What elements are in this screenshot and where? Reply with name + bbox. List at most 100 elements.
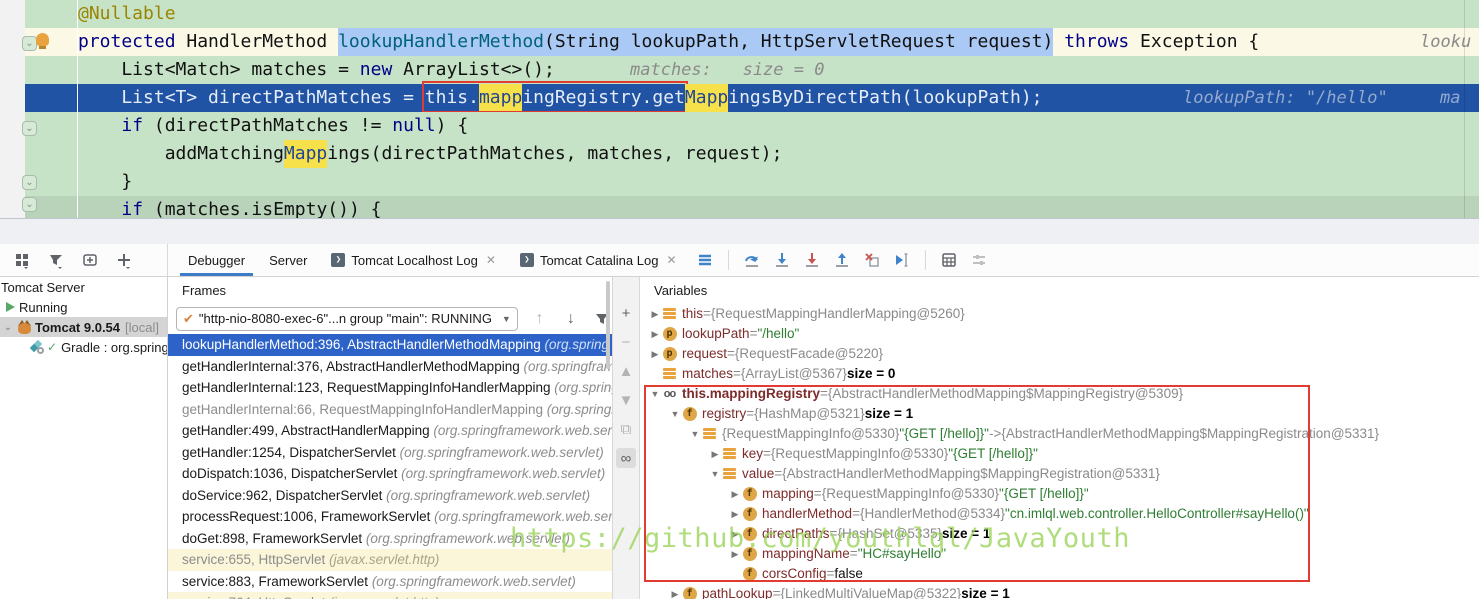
chevron-down-icon[interactable]: ▼ — [708, 464, 722, 484]
fold-marker-icon[interactable]: ⌄ — [22, 175, 37, 190]
move-up-icon[interactable]: ▲ — [616, 361, 636, 381]
chevron-right-icon[interactable]: ▶ — [728, 504, 742, 524]
variable-value: size = 1 — [961, 586, 1010, 599]
chevron-down-icon: ▼ — [501, 313, 511, 324]
frame-row[interactable]: getHandlerInternal:123, RequestMappingIn… — [168, 377, 612, 399]
code-line[interactable]: @Nullable — [25, 0, 1479, 28]
evaluate-expression-icon[interactable] — [939, 250, 959, 270]
variable-row[interactable]: ▶ f mappingName = "HC#sayHello" — [640, 544, 1479, 564]
chevron-right-icon[interactable]: ▶ — [648, 324, 662, 344]
fold-marker-icon[interactable]: ⌄ — [22, 121, 37, 136]
tab-server[interactable]: Server — [257, 244, 319, 276]
frame-row[interactable]: lookupHandlerMethod:396, AbstractHandler… — [168, 334, 612, 356]
code-line[interactable]: } — [25, 168, 1479, 196]
tree-item-tomcat-server[interactable]: Tomcat Server — [0, 277, 167, 297]
fold-marker-icon[interactable]: ⌄ — [22, 36, 37, 51]
frame-row[interactable]: doDispatch:1036, DispatcherServlet (org.… — [168, 463, 612, 485]
variable-row[interactable]: ▶ f mapping = {RequestMappingInfo@5330} "{… — [640, 484, 1479, 504]
step-over-icon[interactable] — [742, 250, 762, 270]
add-icon[interactable] — [114, 250, 134, 270]
variable-name: mappingName — [762, 546, 850, 561]
tab-tomcat-localhost-log[interactable]: ❯ Tomcat Localhost Log ✕ — [319, 244, 508, 276]
frame-package: (org.springframework.web.servlet) — [371, 573, 576, 589]
f-field-icon: f — [742, 567, 757, 582]
code-line[interactable]: List<T> directPathMatches = this.mapping… — [25, 81, 1479, 113]
variable-row[interactable]: ▼ {RequestMappingInfo@5330} "{GET [/hello… — [640, 424, 1479, 444]
variable-row[interactable]: ▶ f directPaths = {HashSet@5335} size = 1 — [640, 524, 1479, 544]
variable-row[interactable]: ▶ p lookupPath = "/hello" — [640, 324, 1479, 344]
close-icon[interactable]: ✕ — [486, 253, 496, 267]
layout-settings-icon[interactable] — [969, 250, 989, 270]
fold-marker-icon[interactable]: ⌄ — [22, 197, 37, 212]
variable-row[interactable]: ▶ key = {RequestMappingInfo@5330} "{GET [… — [640, 444, 1479, 464]
menu-icon[interactable] — [695, 250, 715, 270]
code-editor[interactable]: @Nullable protected HandlerMethod lookupH… — [0, 0, 1479, 218]
tree-item-running[interactable]: Running — [0, 297, 167, 317]
variable-row[interactable]: matches = {ArrayList@5367} size = 0 — [640, 364, 1479, 384]
tab-debugger[interactable]: Debugger — [176, 244, 257, 276]
chevron-right-icon[interactable]: ▶ — [668, 584, 682, 599]
code-line[interactable]: if (directPathMatches != null) { — [25, 112, 1479, 140]
move-down-icon[interactable]: ▼ — [616, 390, 636, 410]
thread-selector[interactable]: ✔ "http-nio-8080-exec-6"...n group "main… — [176, 306, 518, 331]
code-line[interactable]: protected HandlerMethod lookupHandlerMet… — [25, 28, 1479, 56]
chevron-right-icon[interactable]: ▶ — [728, 544, 742, 564]
frame-row[interactable]: doService:962, DispatcherServlet (org.sp… — [168, 485, 612, 507]
debug-tabs: Debugger Server ❯ Tomcat Localhost Log ✕ ❯ Tom… — [176, 244, 689, 276]
code-line[interactable]: if (matches.isEmpty()) { — [25, 196, 1479, 218]
filter-icon[interactable] — [46, 250, 66, 270]
variable-row[interactable]: ▶ f handlerMethod = {HandlerMethod@5334} "… — [640, 504, 1479, 524]
force-step-into-icon[interactable] — [802, 250, 822, 270]
chevron-down-icon[interactable]: ▼ — [648, 384, 662, 404]
code-line[interactable]: addMatchingMappings(directPathMatches, m… — [25, 140, 1479, 168]
frame-function: service:764, HttpServlet — [182, 595, 329, 599]
remove-watch-icon[interactable]: − — [616, 332, 636, 352]
frame-row[interactable]: getHandlerInternal:66, RequestMappingInf… — [168, 399, 612, 421]
frame-row[interactable]: getHandlerInternal:376, AbstractHandlerM… — [168, 356, 612, 378]
show-watches-icon[interactable]: ∞ — [616, 448, 636, 468]
thread-name: "http-nio-8080-exec-6"...n group "main":… — [198, 311, 492, 326]
variable-row[interactable]: ▼ f registry = {HashMap@5321} size = 1 — [640, 404, 1479, 424]
group-tabs-icon[interactable] — [12, 250, 32, 270]
chevron-right-icon[interactable]: ▶ — [728, 524, 742, 544]
chevron-right-icon[interactable]: ▶ — [728, 484, 742, 504]
frame-row[interactable]: getHandler:1254, DispatcherServlet (org.… — [168, 442, 612, 464]
tree-item-tomcat-9054[interactable]: ⌄ Tomcat 9.0.54 [local] — [0, 317, 167, 337]
drop-frame-icon[interactable] — [862, 250, 882, 270]
tab-tomcat-catalina-log[interactable]: ❯ Tomcat Catalina Log ✕ — [508, 244, 689, 276]
variable-value: "cn.imlql.web.controller.HelloController… — [1005, 506, 1309, 521]
chevron-down-icon[interactable]: ▼ — [668, 404, 682, 424]
variable-row[interactable]: ▶ this = {RequestMappingHandlerMapping@52… — [640, 304, 1479, 324]
chevron-right-icon[interactable]: ▶ — [708, 444, 722, 464]
variable-row[interactable]: ▼ value = {AbstractHandlerMethodMapping$M… — [640, 464, 1479, 484]
expand-frame-icon[interactable] — [80, 250, 100, 270]
variable-row[interactable]: f corsConfig = false — [640, 564, 1479, 584]
variable-value: size = 0 — [846, 366, 896, 381]
frames-scrollbar[interactable] — [606, 281, 610, 369]
tree-item-gradle-task[interactable]: ✓ Gradle : org.spring — [0, 337, 167, 357]
frame-row[interactable]: processRequest:1006, FrameworkServlet (o… — [168, 506, 612, 528]
intention-bulb-icon[interactable] — [36, 33, 49, 49]
next-frame-icon[interactable]: ↓ — [561, 309, 580, 329]
variable-row[interactable]: ▼ oo this.mappingRegistry = {AbstractHandl… — [640, 384, 1479, 404]
variable-row[interactable]: ▶ p request = {RequestFacade@5220} — [640, 344, 1479, 364]
step-into-icon[interactable] — [772, 250, 792, 270]
frame-row[interactable]: service:764, HttpServlet (javax.servlet.… — [168, 592, 612, 599]
frame-row[interactable]: getHandler:499, AbstractHandlerMapping (… — [168, 420, 612, 442]
code-line[interactable]: List<Match> matches = new ArrayList<>();… — [25, 56, 1479, 84]
previous-frame-icon[interactable]: ↑ — [530, 309, 549, 329]
chevron-right-icon[interactable]: ▶ — [648, 344, 662, 364]
frame-row[interactable]: service:655, HttpServlet (javax.servlet.… — [168, 549, 612, 571]
chevron-right-icon[interactable]: ▶ — [648, 304, 662, 324]
run-to-cursor-icon[interactable] — [892, 250, 912, 270]
close-icon[interactable]: ✕ — [666, 253, 676, 267]
duplicate-icon[interactable]: ⧉ — [616, 419, 636, 439]
variable-row[interactable]: ▶ f pathLookup = {LinkedMultiValueMap@5322… — [640, 584, 1479, 599]
editor-debugger-splitter[interactable] — [0, 218, 1479, 244]
frame-row[interactable]: doGet:898, FrameworkServlet (org.springf… — [168, 528, 612, 550]
add-watch-icon[interactable]: + — [616, 303, 636, 323]
frame-row[interactable]: service:883, FrameworkServlet (org.sprin… — [168, 571, 612, 593]
step-out-icon[interactable] — [832, 250, 852, 270]
chevron-down-icon[interactable]: ▼ — [688, 424, 702, 444]
variable-name: corsConfig — [762, 566, 827, 581]
